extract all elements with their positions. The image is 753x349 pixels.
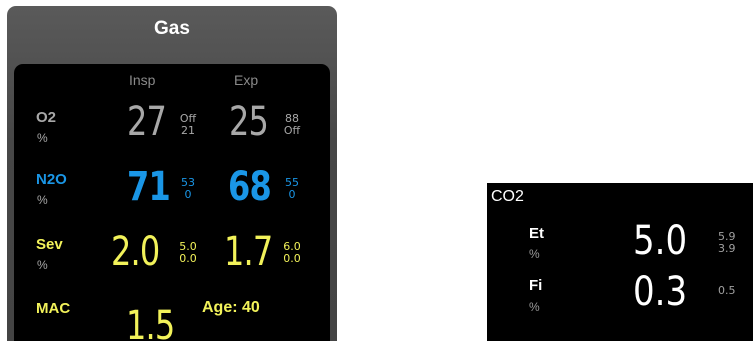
sev-exp-value: 1.7 bbox=[224, 229, 273, 275]
gas-values-area: Insp Exp O2 % 27 Off 21 25 88 Off N2O % … bbox=[14, 64, 330, 346]
mac-label: MAC bbox=[36, 300, 71, 317]
co2-fi-value: 0.3 bbox=[633, 269, 688, 315]
n2o-label: N2O bbox=[36, 171, 67, 188]
sev-insp-high-limit: 5.0 bbox=[179, 240, 197, 253]
sev-unit: % bbox=[37, 258, 48, 272]
insp-column-header: Insp bbox=[129, 72, 156, 88]
n2o-exp-value: 68 bbox=[228, 164, 272, 210]
o2-exp-high-limit: 88 bbox=[285, 112, 299, 125]
n2o-insp-value: 71 bbox=[127, 164, 171, 210]
sev-label: Sev bbox=[36, 236, 63, 253]
co2-panel-title: CO2 bbox=[491, 188, 524, 205]
n2o-unit: % bbox=[37, 193, 48, 207]
o2-exp-value: 25 bbox=[229, 99, 269, 145]
gas-panel[interactable]: Gas Insp Exp O2 % 27 Off 21 25 88 Off N2… bbox=[7, 6, 337, 346]
co2-fi-label: Fi bbox=[529, 277, 543, 294]
co2-fi-unit: % bbox=[529, 300, 540, 314]
sev-insp-low-limit: 0.0 bbox=[179, 252, 197, 265]
sev-exp-high-limit: 6.0 bbox=[283, 240, 301, 253]
o2-insp-low-limit: 21 bbox=[181, 124, 195, 137]
gas-panel-title: Gas bbox=[154, 18, 190, 39]
sev-insp-value: 2.0 bbox=[111, 229, 160, 275]
n2o-insp-high-limit: 53 bbox=[181, 176, 195, 189]
co2-et-label: Et bbox=[529, 225, 544, 242]
co2-panel[interactable]: CO2 Et % 5.0 5.9 3.9 Fi % 0.3 0.5 bbox=[487, 183, 753, 341]
patient-age: Age: 40 bbox=[202, 299, 260, 316]
n2o-insp-low-limit: 0 bbox=[184, 188, 192, 201]
o2-label: O2 bbox=[36, 109, 57, 126]
mac-value: 1.5 bbox=[126, 303, 175, 349]
co2-fi-high-limit: 0.5 bbox=[718, 284, 736, 297]
co2-et-unit: % bbox=[529, 247, 540, 261]
o2-exp-low-limit: Off bbox=[283, 124, 301, 137]
n2o-exp-low-limit: 0 bbox=[288, 188, 296, 201]
sev-exp-low-limit: 0.0 bbox=[283, 252, 301, 265]
o2-unit: % bbox=[37, 131, 48, 145]
n2o-exp-high-limit: 55 bbox=[285, 176, 299, 189]
co2-et-high-limit: 5.9 bbox=[718, 230, 736, 243]
o2-insp-high-limit: Off bbox=[179, 112, 197, 125]
exp-column-header: Exp bbox=[234, 72, 259, 88]
co2-et-low-limit: 3.9 bbox=[718, 242, 736, 255]
o2-insp-value: 27 bbox=[127, 99, 167, 145]
co2-et-value: 5.0 bbox=[633, 218, 688, 264]
